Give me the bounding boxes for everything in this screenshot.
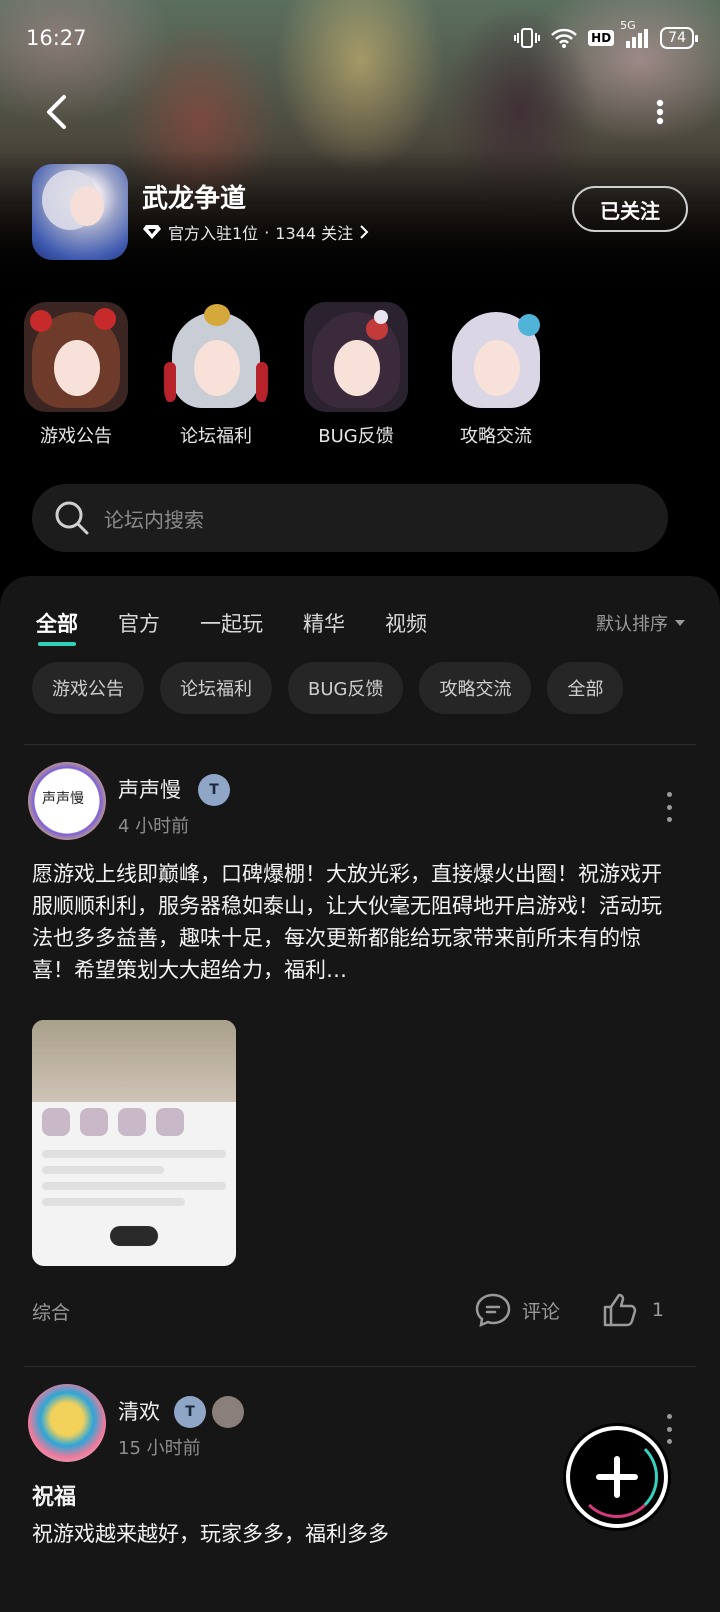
post-author[interactable]: 声声慢 bbox=[118, 774, 181, 804]
thumbs-up-icon bbox=[603, 1293, 637, 1327]
like-button[interactable]: 1 bbox=[602, 1292, 664, 1328]
post-time: 15 小时前 bbox=[118, 1438, 201, 1459]
more-vertical-icon bbox=[656, 99, 664, 125]
comment-button[interactable]: 评论 bbox=[474, 1292, 560, 1328]
channel-welfare[interactable]: 论坛福利 bbox=[164, 302, 268, 452]
divider bbox=[24, 744, 696, 745]
network-type: 5G bbox=[620, 19, 636, 32]
search-input[interactable]: 论坛内搜索 bbox=[104, 504, 204, 533]
feed-tabs: 全部 官方 一起玩 精华 视频 默认排序 bbox=[36, 598, 686, 648]
category-chips: 游戏公告 论坛福利 BUG反馈 攻略交流 全部 bbox=[32, 662, 720, 714]
post-time: 4 小时前 bbox=[118, 816, 190, 837]
chip-all[interactable]: 全部 bbox=[547, 662, 624, 714]
avatar[interactable] bbox=[28, 1384, 106, 1462]
tab-featured[interactable]: 精华 bbox=[303, 608, 345, 638]
post-footer: 综合 评论 1 bbox=[32, 1292, 672, 1332]
wifi-icon bbox=[550, 27, 578, 49]
sort-dropdown[interactable]: 默认排序 bbox=[596, 610, 686, 636]
game-meta[interactable]: 官方入驻1位 · 1344 关注 bbox=[142, 220, 369, 244]
game-header: 武龙争道 官方入驻1位 · 1344 关注 已关注 bbox=[32, 164, 688, 264]
post-more-button[interactable] bbox=[664, 792, 674, 822]
post-more-button[interactable] bbox=[664, 1414, 674, 1444]
follow-count: 1344 关注 bbox=[275, 224, 354, 243]
game-logo[interactable] bbox=[32, 164, 128, 260]
forum-search[interactable]: 论坛内搜索 bbox=[32, 484, 668, 552]
chip-welfare[interactable]: 论坛福利 bbox=[160, 662, 272, 714]
channel-shortcuts: 游戏公告 论坛福利 BUG反馈 攻略交流 bbox=[24, 302, 584, 452]
channel-guides[interactable]: 攻略交流 bbox=[444, 302, 548, 452]
comment-label: 评论 bbox=[522, 1300, 561, 1323]
post-content: 愿游戏上线即巅峰，口碑爆棚！大放光彩，直接爆火出圈！祝游戏开服顺顺利利，服务器稳… bbox=[32, 862, 662, 982]
channel-avatar bbox=[444, 302, 548, 412]
more-options-button[interactable] bbox=[648, 92, 672, 132]
signal-icon: 5G bbox=[620, 19, 650, 49]
chevron-right-icon bbox=[360, 225, 369, 239]
battery-indicator: 74 bbox=[660, 27, 698, 49]
vibrate-icon bbox=[514, 26, 541, 50]
diamond-icon bbox=[143, 225, 161, 239]
channel-avatar bbox=[304, 302, 408, 412]
follow-button[interactable]: 已关注 bbox=[572, 186, 688, 232]
caret-down-icon bbox=[675, 620, 685, 626]
tab-all[interactable]: 全部 bbox=[36, 608, 78, 646]
official-count: 官方入驻1位 bbox=[168, 224, 259, 243]
chip-bug-report[interactable]: BUG反馈 bbox=[288, 662, 404, 714]
post-author[interactable]: 清欢 bbox=[118, 1396, 160, 1426]
chip-announcements[interactable]: 游戏公告 bbox=[32, 662, 144, 714]
channel-label: 游戏公告 bbox=[40, 426, 112, 447]
channel-avatar bbox=[24, 302, 128, 412]
post-image[interactable] bbox=[32, 1020, 236, 1266]
search-icon bbox=[55, 501, 89, 535]
post-content: 祝游戏越来越好，玩家多多，福利多多 bbox=[32, 1522, 389, 1546]
tab-play-together[interactable]: 一起玩 bbox=[200, 608, 263, 638]
channel-label: 攻略交流 bbox=[460, 426, 532, 447]
post-item[interactable]: 声声慢 声声慢 T 4 小时前 愿游戏上线即巅峰，口碑爆棚！大放光彩，直接爆火出… bbox=[0, 762, 720, 1362]
hd-icon: HD bbox=[588, 30, 615, 46]
status-bar: 16:27 HD 5G 74 bbox=[0, 0, 720, 76]
sort-label: 默认排序 bbox=[596, 614, 668, 635]
tab-video[interactable]: 视频 bbox=[385, 608, 427, 638]
tab-official[interactable]: 官方 bbox=[118, 608, 160, 638]
channel-label: BUG反馈 bbox=[318, 426, 394, 447]
channel-label: 论坛福利 bbox=[180, 426, 252, 447]
post-category[interactable]: 综合 bbox=[32, 1298, 70, 1325]
avatar[interactable]: 声声慢 bbox=[28, 762, 106, 840]
user-emblem-icon bbox=[212, 1396, 244, 1428]
chevron-left-icon bbox=[47, 95, 66, 129]
channel-avatar bbox=[164, 302, 268, 412]
avatar-text: 声声慢 bbox=[42, 791, 84, 807]
comment-icon bbox=[475, 1293, 511, 1328]
level-badge-icon: T bbox=[198, 774, 230, 806]
status-time: 16:27 bbox=[26, 26, 87, 50]
create-post-button[interactable] bbox=[566, 1426, 668, 1528]
level-badge-icon: T bbox=[174, 1396, 206, 1428]
channel-bug-report[interactable]: BUG反馈 bbox=[304, 302, 408, 452]
channel-announcements[interactable]: 游戏公告 bbox=[24, 302, 128, 452]
divider bbox=[24, 1366, 696, 1367]
meta-separator: · bbox=[264, 222, 270, 242]
chip-guides[interactable]: 攻略交流 bbox=[419, 662, 532, 714]
game-title: 武龙争道 bbox=[142, 184, 247, 214]
back-button[interactable] bbox=[36, 92, 76, 132]
like-count: 1 bbox=[651, 1299, 664, 1321]
